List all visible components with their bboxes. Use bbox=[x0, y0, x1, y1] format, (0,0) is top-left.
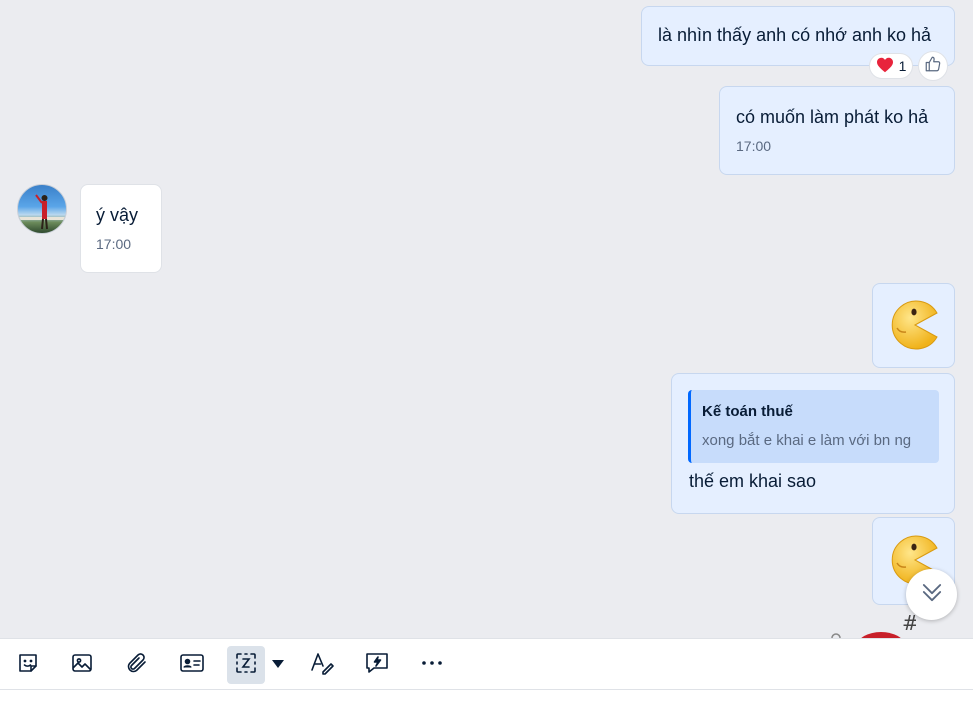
svg-text:#: # bbox=[902, 611, 916, 635]
message-text: thế em khai sao bbox=[689, 471, 817, 491]
reaction-summary[interactable]: 1 bbox=[869, 53, 913, 79]
format-text-icon bbox=[309, 650, 335, 681]
more-button[interactable] bbox=[413, 646, 451, 684]
message-bubble-incoming[interactable]: ý vậy 17:00 bbox=[80, 184, 162, 273]
reaction-count: 1 bbox=[898, 58, 907, 74]
attach-file-button[interactable] bbox=[118, 646, 156, 684]
screenshot-button[interactable] bbox=[227, 646, 265, 684]
screenshot-icon bbox=[233, 650, 259, 681]
quote-text: xong bắt e khai e làm với bn ng bbox=[702, 432, 912, 449]
quick-message-button[interactable] bbox=[358, 646, 396, 684]
sticker-icon bbox=[16, 651, 40, 680]
more-icon bbox=[420, 651, 444, 680]
composer-toolbar bbox=[0, 638, 973, 690]
thumbs-up-icon bbox=[924, 55, 942, 78]
screenshot-options-button[interactable] bbox=[268, 646, 288, 684]
format-text-button[interactable] bbox=[303, 646, 341, 684]
message-time: 17:00 bbox=[736, 138, 772, 154]
image-icon bbox=[70, 651, 94, 680]
message-time: 17:00 bbox=[96, 236, 132, 252]
message-text: có muốn làm phát ko hả bbox=[736, 107, 929, 127]
attachment-icon bbox=[125, 651, 149, 680]
quick-message-icon bbox=[364, 650, 390, 681]
partial-sticker-icon: # bbox=[826, 608, 919, 638]
sticker-button[interactable] bbox=[9, 646, 47, 684]
like-button[interactable] bbox=[918, 51, 948, 81]
heart-icon bbox=[876, 57, 894, 76]
contact-card-button[interactable] bbox=[173, 646, 211, 684]
sticker-message[interactable] bbox=[872, 283, 955, 368]
quoted-message[interactable]: Kế toán thuế xong bắt e khai e làm với b… bbox=[688, 390, 939, 463]
pacman-emoji-icon bbox=[890, 300, 940, 355]
message-bubble-outgoing[interactable]: có muốn làm phát ko hả 17:00 bbox=[719, 86, 955, 175]
image-button[interactable] bbox=[63, 646, 101, 684]
message-input-area[interactable] bbox=[0, 690, 973, 702]
scroll-to-bottom-button[interactable] bbox=[906, 569, 957, 620]
quote-author: Kế toán thuế bbox=[702, 403, 793, 420]
avatar[interactable] bbox=[17, 184, 67, 234]
chevron-double-down-icon bbox=[918, 578, 946, 611]
contact-card-icon bbox=[179, 651, 205, 680]
chat-area: là nhìn thấy anh có nhớ anh ko hả 1 có m… bbox=[0, 0, 973, 638]
message-text: là nhìn thấy anh có nhớ anh ko hả bbox=[658, 25, 932, 45]
message-text: ý vậy bbox=[96, 205, 139, 225]
screenshot-dropdown-icon bbox=[272, 656, 284, 674]
